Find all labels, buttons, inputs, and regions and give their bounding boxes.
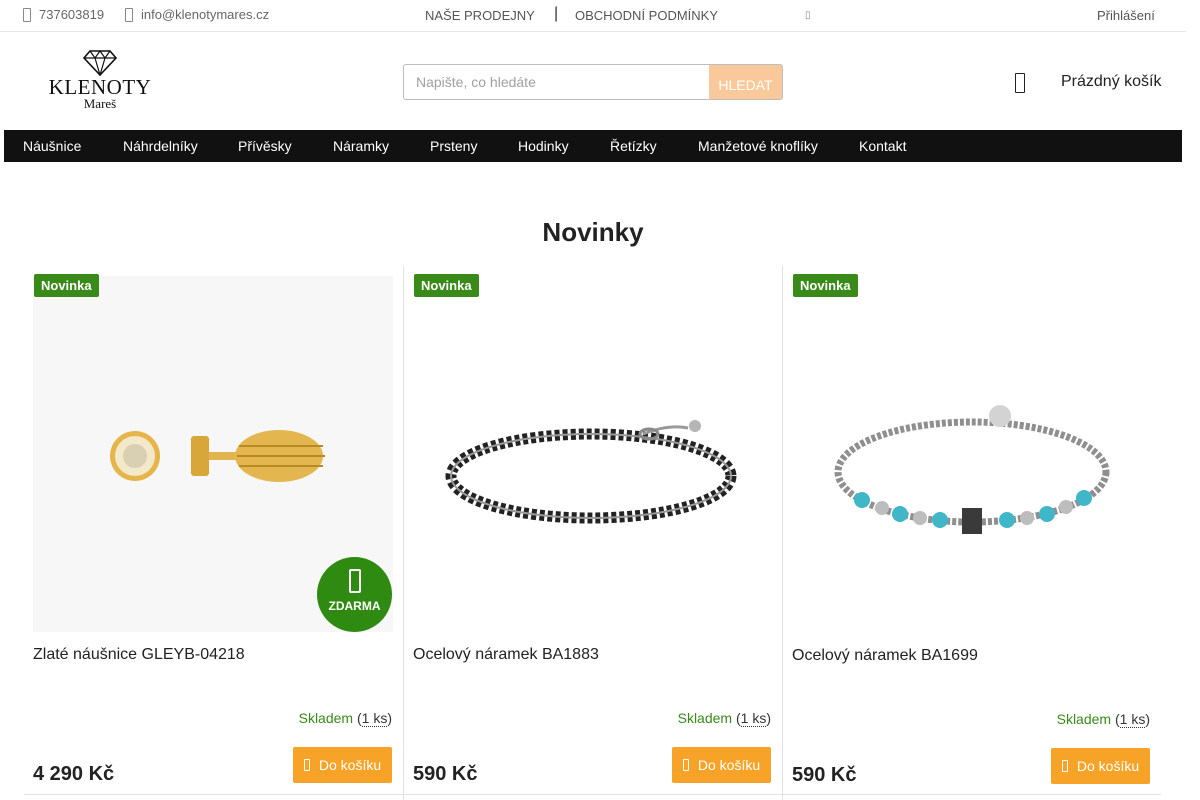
product-name[interactable]: Ocelový náramek BA1883 [413,646,599,664]
nav-item-rings[interactable]: Prsteny [430,138,477,154]
cart-icon[interactable] [1015,73,1025,93]
product-price: 4 290 Kč [33,763,115,785]
login-link[interactable]: Přihlášení [1097,8,1155,23]
add-to-cart-button[interactable]: Do košíku [1051,748,1150,784]
stock-status: Skladem (1 ks) [298,710,392,727]
add-to-cart-button[interactable]: Do košíku [293,747,392,783]
nav-item-watches[interactable]: Hodinky [518,138,569,154]
new-badge: Novinka [793,274,858,297]
product-image[interactable] [792,276,1152,632]
product-name[interactable]: Ocelový náramek BA1699 [792,647,978,665]
card-divider [404,794,782,795]
top-bar: 737603819 info@klenotymares.cz NAŠE PROD… [0,0,1186,32]
product-image[interactable] [413,276,773,632]
diamond-icon [83,50,117,76]
nav-item-earrings[interactable]: Náušnice [23,138,81,154]
product-card: Novinka Ocelový náramek BA1699 Skladem (… [782,266,1161,800]
nav-item-cufflinks[interactable]: Manžetové knoflíky [698,138,818,154]
nav-item-bracelets[interactable]: Náramky [333,138,389,154]
product-name[interactable]: Zlaté náušnice GLEYB-04218 [33,646,245,664]
nav-item-necklaces[interactable]: Náhrdelníky [123,138,198,154]
add-to-cart-label: Do košíku [1076,758,1140,774]
language-flag-icon[interactable]: ▯ [805,10,811,21]
new-badge: Novinka [34,274,99,297]
product-card: Novinka Ocelový náramek BA1883 Skladem (… [403,266,782,800]
link-our-stores[interactable]: NAŠE PRODEJNY [425,8,535,23]
card-divider [24,794,403,795]
turquoise-bead-bracelet-image [792,276,1152,632]
phone-contact[interactable]: 737603819 [23,7,104,22]
email-address[interactable]: info@klenotymares.cz [141,7,269,22]
nav-item-contact[interactable]: Kontakt [859,138,906,154]
add-to-cart-label: Do košíku [697,757,761,773]
stock-label: Skladem [677,710,733,726]
nav-item-chains[interactable]: Řetízky [610,138,657,154]
free-shipping-label: ZDARMA [328,599,381,613]
new-badge: Novinka [414,274,479,297]
free-shipping-badge: ZDARMA [317,557,392,632]
stock-status: Skladem (1 ks) [677,710,771,727]
phone-icon [23,7,31,22]
cart-icon [1061,760,1068,772]
truck-icon [348,569,361,593]
stock-count: 1 ks [740,710,767,727]
black-bead-bracelet-image [413,276,773,632]
stock-count: 1 ks [1119,711,1146,728]
search-input[interactable] [403,64,709,100]
stock-count: 1 ks [361,710,388,727]
product-card: Novinka ZDARMA Zlaté náušnice GLEYB-0421… [24,266,403,800]
cart-icon [303,759,310,771]
site-logo[interactable]: KLENOTY Mareš [46,50,154,114]
email-contact[interactable]: info@klenotymares.cz [125,7,269,22]
phone-number[interactable]: 737603819 [39,7,104,22]
topbar-separator: | [554,5,559,22]
stock-label: Skladem [1056,711,1112,727]
search-form: HLEDAT [403,64,783,100]
stock-label: Skladem [298,710,354,726]
search-button[interactable]: HLEDAT [709,64,783,100]
link-terms[interactable]: OBCHODNÍ PODMÍNKY [575,8,718,23]
section-title: Novinky [542,217,644,247]
stock-status: Skladem (1 ks) [1056,711,1150,728]
logo-name: KLENOTY [48,75,152,99]
main-nav: Náušnice Náhrdelníky Přívěsky Náramky Pr… [4,130,1182,162]
cart-label[interactable]: Prázdný košík [1061,73,1161,91]
envelope-icon [125,7,133,22]
card-divider [783,794,1161,795]
product-price: 590 Kč [792,764,857,786]
nav-item-pendants[interactable]: Přívěsky [238,138,292,154]
product-price: 590 Kč [413,763,478,785]
add-to-cart-button[interactable]: Do košíku [672,747,771,783]
add-to-cart-label: Do košíku [318,757,382,773]
cart-icon [682,759,689,771]
